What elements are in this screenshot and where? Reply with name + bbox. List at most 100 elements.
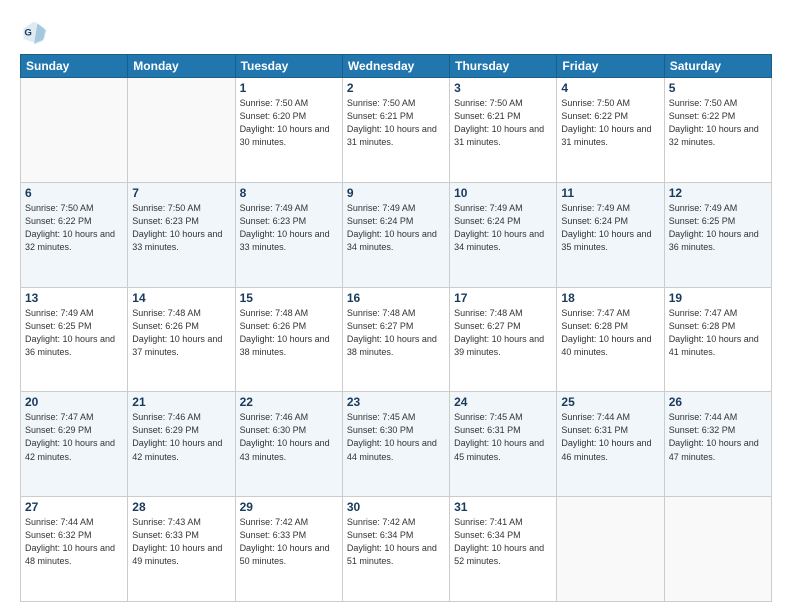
day-number: 8 (240, 186, 338, 200)
day-number: 24 (454, 395, 552, 409)
col-monday: Monday (128, 55, 235, 78)
day-info: Sunrise: 7:49 AM Sunset: 6:25 PM Dayligh… (669, 202, 767, 254)
calendar-cell: 10Sunrise: 7:49 AM Sunset: 6:24 PM Dayli… (450, 182, 557, 287)
svg-text:G: G (24, 28, 31, 39)
col-wednesday: Wednesday (342, 55, 449, 78)
day-info: Sunrise: 7:50 AM Sunset: 6:22 PM Dayligh… (561, 97, 659, 149)
day-number: 10 (454, 186, 552, 200)
calendar-cell: 14Sunrise: 7:48 AM Sunset: 6:26 PM Dayli… (128, 287, 235, 392)
calendar-cell: 28Sunrise: 7:43 AM Sunset: 6:33 PM Dayli… (128, 497, 235, 602)
col-tuesday: Tuesday (235, 55, 342, 78)
calendar-cell: 29 Sunrise: 7:42 AM Sunset: 6:33 PM Dayli… (235, 497, 342, 602)
day-number: 9 (347, 186, 445, 200)
day-number: 12 (669, 186, 767, 200)
calendar-header-row: Sunday Monday Tuesday Wednesday Thursday… (21, 55, 772, 78)
day-info: Sunrise: 7:47 AM Sunset: 6:28 PM Dayligh… (561, 307, 659, 359)
day-number: 3 (454, 81, 552, 95)
day-info: Sunrise: 7:45 AM Sunset: 6:31 PM Dayligh… (454, 411, 552, 463)
day-number: 13 (25, 291, 123, 305)
calendar-cell (128, 78, 235, 183)
header: G (20, 18, 772, 46)
day-number: 27 (25, 500, 123, 514)
calendar-cell: 8 Sunrise: 7:49 AM Sunset: 6:23 PM Daylig… (235, 182, 342, 287)
calendar-cell: 31 Sunrise: 7:41 AM Sunset: 6:34 PM Dayli… (450, 497, 557, 602)
calendar-cell: 23Sunrise: 7:45 AM Sunset: 6:30 PM Dayli… (342, 392, 449, 497)
logo-icon: G (20, 18, 48, 46)
day-info: Sunrise: 7:47 AM Sunset: 6:29 PM Dayligh… (25, 411, 123, 463)
logo: G (20, 18, 52, 46)
calendar-cell: 16Sunrise: 7:48 AM Sunset: 6:27 PM Dayli… (342, 287, 449, 392)
calendar-cell: 4Sunrise: 7:50 AM Sunset: 6:22 PM Daylig… (557, 78, 664, 183)
day-info: Sunrise: 7:50 AM Sunset: 6:22 PM Dayligh… (669, 97, 767, 149)
day-info: Sunrise: 7:41 AM Sunset: 6:34 PM Dayligh… (454, 516, 552, 568)
calendar-cell: 9 Sunrise: 7:49 AM Sunset: 6:24 PM Daylig… (342, 182, 449, 287)
calendar-cell: 19 Sunrise: 7:47 AM Sunset: 6:28 PM Dayli… (664, 287, 771, 392)
day-number: 11 (561, 186, 659, 200)
calendar-cell: 21 Sunrise: 7:46 AM Sunset: 6:29 PM Dayli… (128, 392, 235, 497)
col-saturday: Saturday (664, 55, 771, 78)
day-info: Sunrise: 7:49 AM Sunset: 6:24 PM Dayligh… (561, 202, 659, 254)
calendar-cell (557, 497, 664, 602)
calendar-cell: 18 Sunrise: 7:47 AM Sunset: 6:28 PM Dayli… (557, 287, 664, 392)
day-number: 18 (561, 291, 659, 305)
calendar-week-row: 1 Sunrise: 7:50 AM Sunset: 6:20 PM Daylig… (21, 78, 772, 183)
day-info: Sunrise: 7:49 AM Sunset: 6:24 PM Dayligh… (347, 202, 445, 254)
calendar-cell: 5 Sunrise: 7:50 AM Sunset: 6:22 PM Daylig… (664, 78, 771, 183)
calendar-week-row: 13Sunrise: 7:49 AM Sunset: 6:25 PM Dayli… (21, 287, 772, 392)
day-info: Sunrise: 7:46 AM Sunset: 6:29 PM Dayligh… (132, 411, 230, 463)
page: G Sunday Monday Tuesday Wednesday Thursd… (0, 0, 792, 612)
day-number: 1 (240, 81, 338, 95)
day-info: Sunrise: 7:42 AM Sunset: 6:33 PM Dayligh… (240, 516, 338, 568)
day-info: Sunrise: 7:42 AM Sunset: 6:34 PM Dayligh… (347, 516, 445, 568)
calendar-cell: 1 Sunrise: 7:50 AM Sunset: 6:20 PM Daylig… (235, 78, 342, 183)
calendar-cell: 13Sunrise: 7:49 AM Sunset: 6:25 PM Dayli… (21, 287, 128, 392)
day-number: 5 (669, 81, 767, 95)
day-number: 21 (132, 395, 230, 409)
day-number: 7 (132, 186, 230, 200)
col-thursday: Thursday (450, 55, 557, 78)
calendar-cell: 7 Sunrise: 7:50 AM Sunset: 6:23 PM Daylig… (128, 182, 235, 287)
day-number: 26 (669, 395, 767, 409)
day-info: Sunrise: 7:48 AM Sunset: 6:27 PM Dayligh… (454, 307, 552, 359)
calendar-cell: 24 Sunrise: 7:45 AM Sunset: 6:31 PM Dayli… (450, 392, 557, 497)
day-number: 6 (25, 186, 123, 200)
day-number: 25 (561, 395, 659, 409)
calendar-cell: 30 Sunrise: 7:42 AM Sunset: 6:34 PM Dayli… (342, 497, 449, 602)
day-number: 20 (25, 395, 123, 409)
day-info: Sunrise: 7:46 AM Sunset: 6:30 PM Dayligh… (240, 411, 338, 463)
day-info: Sunrise: 7:49 AM Sunset: 6:23 PM Dayligh… (240, 202, 338, 254)
day-info: Sunrise: 7:47 AM Sunset: 6:28 PM Dayligh… (669, 307, 767, 359)
day-info: Sunrise: 7:45 AM Sunset: 6:30 PM Dayligh… (347, 411, 445, 463)
day-info: Sunrise: 7:48 AM Sunset: 6:26 PM Dayligh… (132, 307, 230, 359)
day-number: 29 (240, 500, 338, 514)
calendar-week-row: 27 Sunrise: 7:44 AM Sunset: 6:32 PM Dayli… (21, 497, 772, 602)
day-info: Sunrise: 7:44 AM Sunset: 6:32 PM Dayligh… (25, 516, 123, 568)
col-friday: Friday (557, 55, 664, 78)
calendar-cell: 11 Sunrise: 7:49 AM Sunset: 6:24 PM Dayli… (557, 182, 664, 287)
calendar-table: Sunday Monday Tuesday Wednesday Thursday… (20, 54, 772, 602)
calendar-cell: 15 Sunrise: 7:48 AM Sunset: 6:26 PM Dayli… (235, 287, 342, 392)
day-number: 2 (347, 81, 445, 95)
day-number: 28 (132, 500, 230, 514)
day-info: Sunrise: 7:50 AM Sunset: 6:22 PM Dayligh… (25, 202, 123, 254)
calendar-cell: 2 Sunrise: 7:50 AM Sunset: 6:21 PM Daylig… (342, 78, 449, 183)
day-info: Sunrise: 7:50 AM Sunset: 6:21 PM Dayligh… (347, 97, 445, 149)
calendar-cell: 17 Sunrise: 7:48 AM Sunset: 6:27 PM Dayli… (450, 287, 557, 392)
day-number: 15 (240, 291, 338, 305)
calendar-cell: 22Sunrise: 7:46 AM Sunset: 6:30 PM Dayli… (235, 392, 342, 497)
day-number: 17 (454, 291, 552, 305)
calendar-cell: 3 Sunrise: 7:50 AM Sunset: 6:21 PM Daylig… (450, 78, 557, 183)
calendar-cell: 27 Sunrise: 7:44 AM Sunset: 6:32 PM Dayli… (21, 497, 128, 602)
col-sunday: Sunday (21, 55, 128, 78)
day-info: Sunrise: 7:44 AM Sunset: 6:31 PM Dayligh… (561, 411, 659, 463)
calendar-cell: 12 Sunrise: 7:49 AM Sunset: 6:25 PM Dayli… (664, 182, 771, 287)
calendar-cell (664, 497, 771, 602)
day-info: Sunrise: 7:48 AM Sunset: 6:26 PM Dayligh… (240, 307, 338, 359)
day-info: Sunrise: 7:50 AM Sunset: 6:23 PM Dayligh… (132, 202, 230, 254)
calendar-week-row: 20 Sunrise: 7:47 AM Sunset: 6:29 PM Dayli… (21, 392, 772, 497)
day-number: 31 (454, 500, 552, 514)
day-info: Sunrise: 7:50 AM Sunset: 6:21 PM Dayligh… (454, 97, 552, 149)
day-info: Sunrise: 7:50 AM Sunset: 6:20 PM Dayligh… (240, 97, 338, 149)
day-number: 19 (669, 291, 767, 305)
day-number: 30 (347, 500, 445, 514)
